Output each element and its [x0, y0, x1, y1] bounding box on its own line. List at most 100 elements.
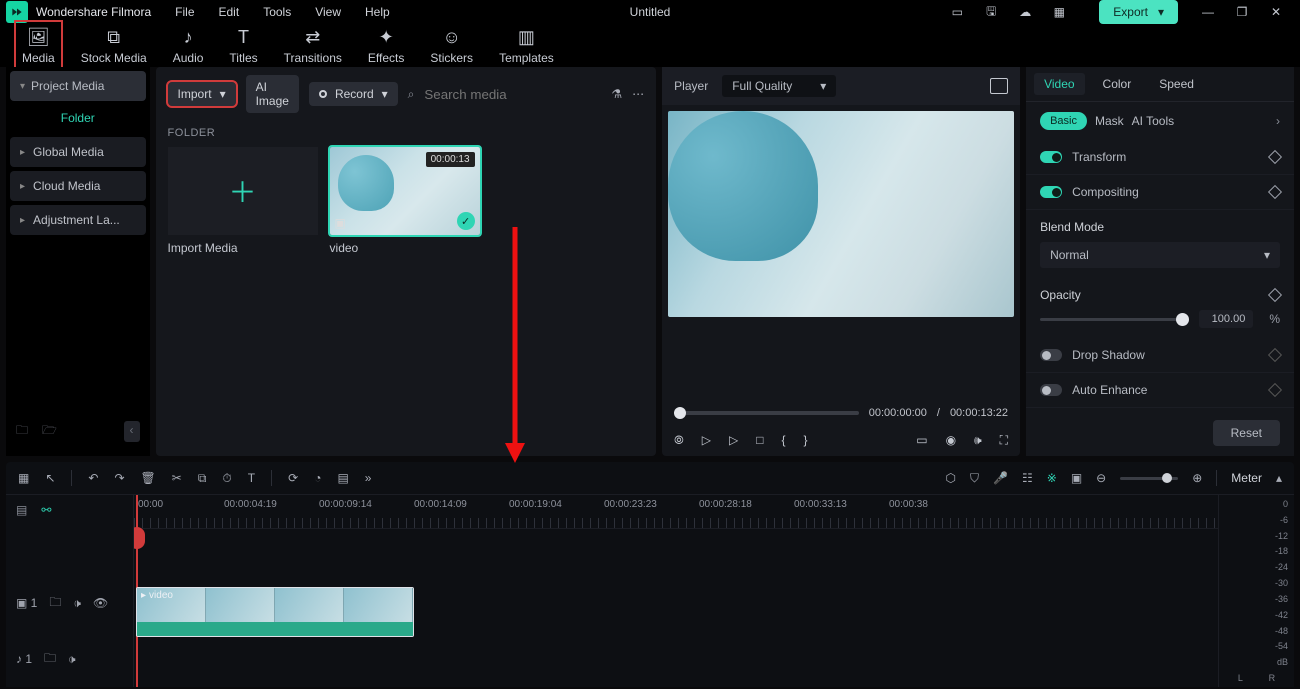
sidebar-item-adjustment[interactable]: ▸Adjustment La...	[10, 205, 146, 235]
close-icon[interactable]: ✕	[1268, 4, 1284, 20]
keyframe-icon[interactable]	[1268, 348, 1282, 362]
menu-help[interactable]: Help	[365, 5, 390, 19]
screen-icon[interactable]: ▭	[949, 4, 965, 20]
keyframe-icon[interactable]	[1268, 383, 1282, 397]
more-icon[interactable]: ⋯	[632, 87, 644, 101]
prev-frame-icon[interactable]: ⦾	[674, 433, 684, 448]
zoom-in-icon[interactable]: ⊕	[1192, 471, 1202, 485]
lock-icon[interactable]: 🗀	[49, 593, 61, 614]
lock-icon[interactable]: 🗀	[44, 649, 56, 670]
keyframe-icon[interactable]	[1268, 288, 1282, 302]
auto-enhance-toggle[interactable]	[1040, 384, 1062, 396]
import-button[interactable]: Import▾	[168, 82, 236, 106]
fullscreen-icon[interactable]: ⛶	[1000, 433, 1008, 448]
menu-edit[interactable]: Edit	[219, 5, 240, 19]
subtab-mask[interactable]: Mask	[1095, 114, 1124, 128]
search-input[interactable]	[424, 87, 601, 102]
export-button[interactable]: Export ▾	[1099, 0, 1178, 24]
frame-icon[interactable]: ▣	[1071, 471, 1082, 485]
chevron-right-icon[interactable]: ›	[1276, 114, 1280, 128]
opacity-thumb[interactable]	[1176, 313, 1189, 326]
time-ruler[interactable]: 00:00 00:00:04:19 00:00:09:14 00:00:14:0…	[134, 495, 1218, 529]
text-icon[interactable]: T	[248, 471, 255, 485]
tab-templates[interactable]: ▥Templates	[495, 24, 558, 67]
camera-icon[interactable]: ◉	[946, 433, 956, 448]
folder-label[interactable]: Folder	[6, 101, 150, 135]
speed-icon[interactable]: ⏱	[222, 471, 231, 486]
scrub-track[interactable]	[674, 411, 859, 415]
compositing-toggle[interactable]	[1040, 186, 1062, 198]
marker-icon[interactable]: ⬡	[946, 471, 956, 485]
volume-icon[interactable]: 🕪	[974, 433, 982, 448]
tab-video[interactable]: Video	[1034, 73, 1084, 95]
ai-image-button[interactable]: AI Image	[246, 75, 299, 113]
visibility-icon[interactable]: 👁	[93, 596, 108, 610]
minimize-icon[interactable]: ―	[1200, 4, 1216, 20]
compositing-row[interactable]: Compositing	[1026, 175, 1294, 210]
reset-button[interactable]: Reset	[1213, 420, 1280, 446]
redo-icon[interactable]: ↷	[114, 471, 124, 485]
record-button[interactable]: Record▾	[309, 82, 398, 106]
zoom-out-icon[interactable]: ⊖	[1096, 471, 1106, 485]
more-icon[interactable]: »	[365, 471, 372, 485]
menu-tools[interactable]: Tools	[263, 5, 291, 19]
folder-add-icon[interactable]: 🗀	[16, 421, 28, 442]
pointer-icon[interactable]: ↖	[45, 471, 55, 485]
drop-shadow-toggle[interactable]	[1040, 349, 1062, 361]
opacity-track[interactable]	[1040, 318, 1189, 321]
filter-icon[interactable]: ⚗	[611, 87, 622, 101]
menu-view[interactable]: View	[315, 5, 341, 19]
video-clip-card[interactable]: 00:00:13 ▣ ✓	[330, 147, 480, 235]
timeline-clip[interactable]: ▸video	[136, 587, 414, 637]
auto-enhance-row[interactable]: Auto Enhance	[1026, 373, 1294, 408]
undo-icon[interactable]: ↶	[88, 471, 98, 485]
cut-icon[interactable]: ✂	[172, 471, 182, 485]
mark-out-icon[interactable]: }	[804, 433, 808, 448]
tab-audio[interactable]: ♪Audio	[169, 24, 208, 67]
keyframe-icon[interactable]	[1268, 185, 1282, 199]
keyframe-icon[interactable]	[1268, 150, 1282, 164]
zoom-slider[interactable]	[1120, 477, 1178, 480]
collapse-sidebar-icon[interactable]: ‹	[124, 421, 140, 442]
apps-icon[interactable]: ▦	[1051, 4, 1067, 20]
sidebar-item-global-media[interactable]: ▸Global Media	[10, 137, 146, 167]
magnet-icon[interactable]: ※	[1047, 471, 1057, 485]
scrub-head[interactable]	[674, 407, 686, 419]
project-media-row[interactable]: ▾Project Media	[10, 71, 146, 101]
save-icon[interactable]: 🖫	[983, 4, 999, 20]
subtab-ai-tools[interactable]: AI Tools	[1132, 114, 1174, 128]
tab-transitions[interactable]: ⇄Transitions	[280, 24, 346, 67]
mute-icon[interactable]: 🕩	[73, 596, 81, 611]
transform-row[interactable]: Transform	[1026, 140, 1294, 175]
import-media-card[interactable]: ＋	[168, 147, 318, 235]
display-icon[interactable]: ▭	[916, 433, 927, 448]
delete-icon[interactable]: 🗑	[141, 471, 156, 485]
color-icon[interactable]: ◔	[314, 471, 321, 485]
cloud-icon[interactable]: ☁	[1017, 4, 1033, 20]
apps-icon[interactable]: ▦	[18, 471, 29, 485]
mark-in-icon[interactable]: {	[782, 433, 786, 448]
crop-icon[interactable]: ⧉	[198, 471, 207, 486]
blend-mode-select[interactable]: Normal▾	[1040, 242, 1280, 268]
play-backward-icon[interactable]: ▷	[702, 433, 711, 448]
opacity-value[interactable]: 100.00	[1199, 310, 1253, 328]
tab-color[interactable]: Color	[1103, 77, 1132, 91]
play-icon[interactable]: ▷	[729, 433, 738, 448]
transform-toggle[interactable]	[1040, 151, 1062, 163]
menu-file[interactable]: File	[175, 5, 194, 19]
preview-canvas[interactable]	[668, 111, 1014, 317]
tab-speed[interactable]: Speed	[1159, 77, 1194, 91]
tab-stock-media[interactable]: ⧉Stock Media	[77, 24, 151, 67]
timeline-tracks[interactable]: 00:00 00:00:04:19 00:00:09:14 00:00:14:0…	[134, 495, 1218, 687]
maximize-icon[interactable]: ❐	[1234, 4, 1250, 20]
mute-icon[interactable]: 🕩	[68, 652, 76, 667]
link-icon[interactable]: ⚯	[41, 503, 51, 517]
quality-select[interactable]: Full Quality▾	[722, 75, 836, 97]
shield-icon[interactable]: ⛉	[970, 471, 979, 486]
mic-icon[interactable]: 🎤	[993, 471, 1008, 485]
tab-effects[interactable]: ✦Effects	[364, 24, 408, 67]
tab-media[interactable]: 🖼Media	[18, 24, 59, 67]
audio-track-header[interactable]: ♪ 1 🗀 🕩	[6, 631, 133, 687]
mixer-icon[interactable]: ☷	[1022, 471, 1033, 485]
tab-stickers[interactable]: ☺Stickers	[426, 24, 477, 67]
